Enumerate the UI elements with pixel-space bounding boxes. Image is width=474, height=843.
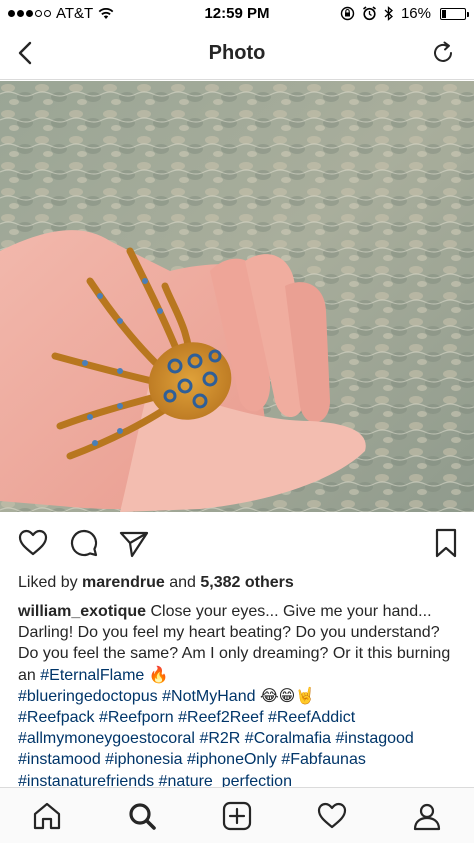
tab-bar [0, 787, 474, 843]
hashtags-rest: #Reefpack #Reefporn #Reef2Reef #ReefAddi… [18, 709, 414, 787]
caption-emoji-line1: 😂😁🤘 [255, 687, 316, 705]
hashtag[interactable]: #instanaturefriends [18, 773, 154, 787]
hashtag[interactable]: #Reefporn [99, 709, 174, 726]
status-bar: AT&T 12:59 PM 16% [0, 0, 474, 28]
post-caption: william_exotique Close your eyes... Give… [18, 601, 458, 787]
bluetooth-icon [384, 6, 393, 21]
hashtag[interactable]: #instagood [336, 730, 414, 747]
caption-emoji-fire: 🔥 [144, 666, 169, 684]
bookmark-icon[interactable] [430, 527, 462, 559]
hashtag[interactable]: #Reefpack [18, 709, 95, 726]
search-icon[interactable] [126, 800, 158, 832]
liked-by-user[interactable]: marendrue [82, 574, 165, 591]
refresh-icon[interactable] [430, 40, 456, 66]
hashtag[interactable]: #nature_perfection [159, 773, 292, 787]
likes-prefix: Liked by [18, 574, 78, 591]
hashtag[interactable]: #iphonesia [105, 751, 182, 768]
battery-percent: 16% [400, 5, 431, 22]
hashtag[interactable]: #Reef2Reef [178, 709, 263, 726]
hashtag[interactable]: #Coralmafia [245, 730, 331, 747]
send-icon[interactable] [118, 527, 150, 559]
home-icon[interactable] [31, 800, 63, 832]
hashtag[interactable]: #allmymoneygoestocoral [18, 730, 195, 747]
nav-bar: Photo [0, 28, 474, 80]
hashtag[interactable]: #blueringedoctopus [18, 688, 158, 705]
post-actions [0, 525, 474, 561]
profile-icon[interactable] [411, 800, 443, 832]
add-post-icon[interactable] [221, 800, 253, 832]
status-right: 16% [340, 5, 469, 22]
post-photo[interactable] [0, 81, 474, 512]
hashtags-line1: #blueringedoctopus #NotMyHand [18, 688, 256, 705]
page-title: Photo [208, 42, 266, 64]
hashtag[interactable]: #instamood [18, 751, 101, 768]
likes-middle: and [169, 574, 196, 591]
caption-username[interactable]: william_exotique [18, 603, 146, 620]
hashtag[interactable]: #Fabfaunas [281, 751, 366, 768]
hashtag[interactable]: #NotMyHand [162, 688, 255, 705]
battery-icon [440, 7, 469, 20]
orientation-lock-icon [340, 6, 355, 21]
comment-icon[interactable] [68, 527, 100, 559]
heart-icon[interactable] [17, 527, 49, 559]
hashtag[interactable]: #ReefAddict [268, 709, 355, 726]
alarm-icon [362, 6, 376, 21]
photo-illustration [0, 81, 474, 512]
likes-summary[interactable]: Liked by marendrue and 5,382 others [18, 574, 294, 592]
likes-others[interactable]: 5,382 others [200, 574, 293, 591]
activity-heart-icon[interactable] [316, 800, 348, 832]
hashtag[interactable]: #R2R [199, 730, 240, 747]
hashtag-eternal[interactable]: #EternalFlame [40, 667, 144, 684]
hashtag[interactable]: #iphoneOnly [187, 751, 277, 768]
